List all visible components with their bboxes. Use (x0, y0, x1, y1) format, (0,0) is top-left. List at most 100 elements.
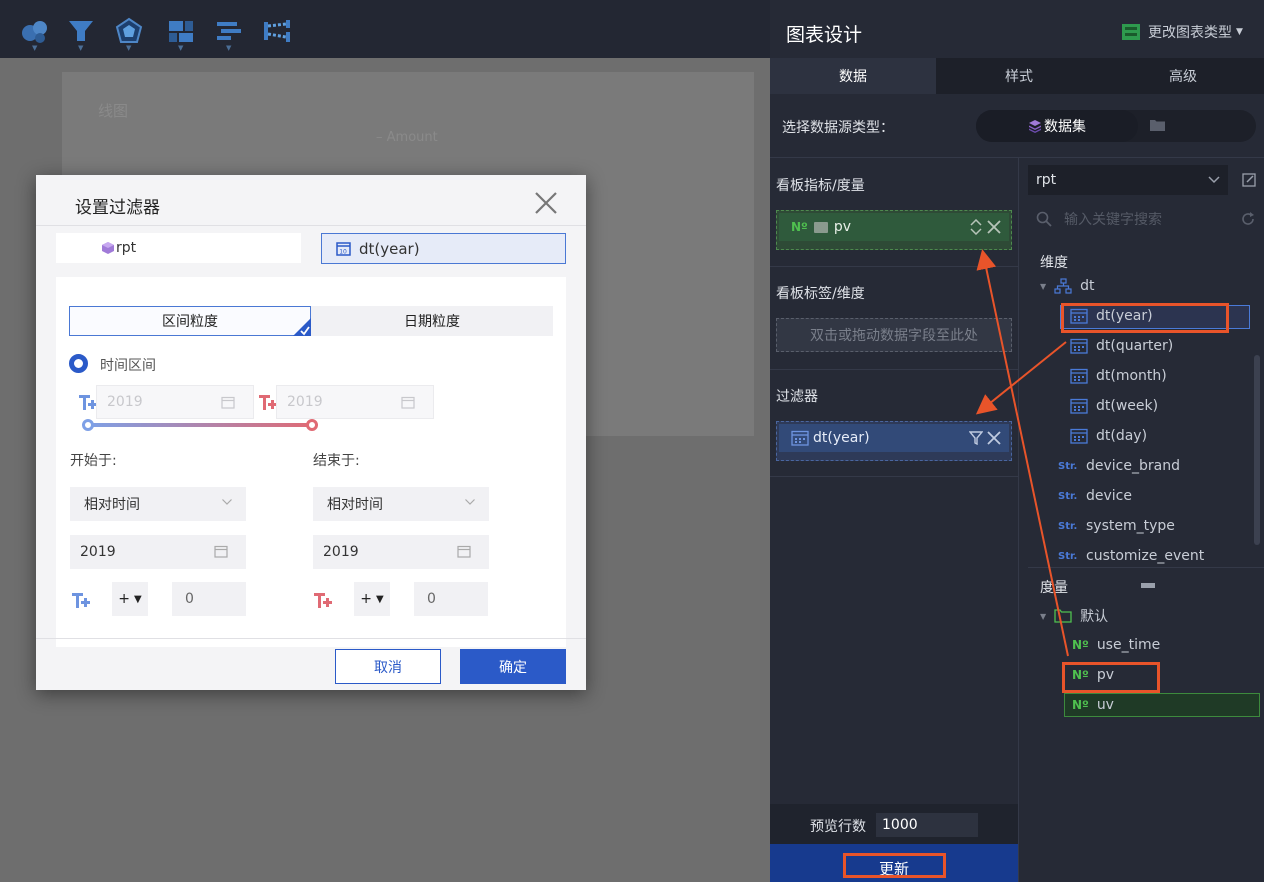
divider (36, 638, 586, 639)
start-time-icon (79, 395, 97, 410)
close-icon[interactable] (532, 189, 560, 217)
folder-icon[interactable] (1150, 119, 1165, 131)
tab-advanced[interactable]: 高级 (1102, 58, 1264, 94)
radar-chart-icon[interactable]: ▼ (112, 14, 146, 52)
operator-value: + (118, 591, 131, 607)
field-dt-day[interactable]: dt(day) (1070, 428, 1147, 444)
sort-icon[interactable] (969, 219, 983, 235)
start-offset-icon (72, 593, 90, 608)
edit-dataset-icon[interactable] (1234, 165, 1264, 195)
input-value: 0 (427, 591, 436, 607)
panel-title: 图表设计 (786, 24, 863, 46)
button-label: 更改图表类型 (1148, 25, 1232, 41)
start-operator-select[interactable]: + ▼ (112, 582, 148, 616)
tab-style[interactable]: 样式 (936, 58, 1102, 94)
select-value: 相对时间 (84, 497, 140, 513)
end-operator-select[interactable]: + ▼ (354, 582, 390, 616)
range-slider-start-handle[interactable] (82, 419, 94, 431)
funnel-chart-icon[interactable]: ▼ (64, 14, 98, 52)
divider (770, 266, 1018, 267)
field-search-input[interactable]: 输入关键字搜索 (1028, 204, 1264, 234)
field-uv[interactable]: Nº uv (1072, 697, 1114, 713)
folder-icon (1054, 609, 1072, 623)
measure-chip-pv[interactable]: Nº pv (779, 213, 1009, 241)
calendar-icon (1070, 368, 1088, 384)
filter-icon[interactable] (969, 431, 983, 445)
end-date-input[interactable]: 2019 (313, 535, 489, 569)
range-slider-end-handle[interactable] (306, 419, 318, 431)
date-placeholder: 2019 (287, 394, 323, 410)
start-date-input[interactable]: 2019 (70, 535, 246, 569)
calendar-icon (1070, 338, 1088, 354)
input-value: 2019 (323, 544, 359, 560)
start-mode-select[interactable]: 相对时间 (70, 487, 246, 521)
caret-down-icon: ▼ (1040, 611, 1047, 621)
field-dt-month[interactable]: dt(month) (1070, 368, 1167, 384)
filter-chip-dt-year[interactable]: dt(year) (779, 424, 1009, 452)
field-customize-event[interactable]: Str. customize_event (1058, 548, 1204, 564)
tab-data[interactable]: 数据 (770, 58, 936, 94)
calendar-icon (221, 396, 235, 409)
source-name: rpt (116, 240, 137, 256)
chart-type-icon (1122, 24, 1140, 40)
search-placeholder: 输入关键字搜索 (1064, 212, 1162, 228)
end-offset-input[interactable]: 0 (414, 582, 488, 616)
field-label: device_brand (1086, 458, 1180, 474)
field-dt-quarter[interactable]: dt(quarter) (1070, 338, 1173, 354)
filter-dialog: 设置过滤器 rpt 10 dt(year) 区间粒度 日期粒度 时间区间 201… (36, 175, 586, 690)
tab-date-granularity[interactable]: 日期粒度 (311, 306, 553, 336)
collapse-icon[interactable] (1141, 583, 1155, 588)
calendar-icon (1070, 398, 1088, 414)
calendar-icon[interactable] (214, 545, 228, 558)
cancel-button[interactable]: 取消 (335, 649, 441, 684)
treemap-chart-icon[interactable]: ▼ (164, 14, 198, 52)
field-use-time[interactable]: Nº use_time (1072, 637, 1160, 653)
radio-label: 时间区间 (100, 358, 156, 374)
remove-icon[interactable] (987, 431, 1001, 445)
tree-node-default[interactable]: ▼ 默认 (1040, 606, 1108, 626)
preview-rows-label: 预览行数 (810, 819, 866, 835)
range-slider-track[interactable] (88, 423, 314, 427)
field-device-brand[interactable]: Str. device_brand (1058, 458, 1180, 474)
option-label: 数据集 (1044, 119, 1086, 135)
annotation-box-pv (1062, 662, 1160, 693)
field-dt-week[interactable]: dt(week) (1070, 398, 1158, 414)
cube-icon (102, 242, 114, 254)
field-list-scrollbar[interactable] (1254, 355, 1260, 545)
dimension-group-title: 维度 (1040, 255, 1068, 271)
change-chart-type-button[interactable]: 更改图表类型 ▼ (1122, 22, 1243, 42)
datasource-type-label: 选择数据源类型： (782, 120, 894, 136)
start-offset-input[interactable]: 0 (172, 582, 246, 616)
number-type-icon: Nº (1072, 638, 1089, 652)
filter-dimension-field: 10 dt(year) (321, 233, 566, 264)
gantt-chart-icon[interactable]: ▼ (212, 14, 246, 52)
sankey-chart-icon[interactable] (260, 14, 294, 48)
dataset-option-button[interactable]: 数据集 (976, 110, 1138, 142)
time-range-radio[interactable] (69, 354, 88, 373)
preview-rows-input[interactable]: 1000 (876, 813, 978, 837)
legend-label: Amount (386, 130, 438, 145)
field-label: device (1086, 488, 1132, 504)
field-system-type[interactable]: Str. system_type (1058, 518, 1175, 534)
divider (770, 476, 1018, 477)
chip-label: pv (833, 219, 851, 235)
dataset-select[interactable]: rpt (1028, 165, 1228, 195)
search-icon (1036, 211, 1052, 227)
end-mode-select[interactable]: 相对时间 (313, 487, 489, 521)
bubble-chart-icon[interactable]: ▼ (18, 14, 52, 52)
confirm-button[interactable]: 确定 (460, 649, 566, 684)
tree-node-dt[interactable]: ▼ dt (1040, 278, 1095, 294)
calendar-icon[interactable] (457, 545, 471, 558)
tab-range-granularity[interactable]: 区间粒度 (69, 306, 311, 336)
annotation-box-update (843, 853, 946, 878)
remove-icon[interactable] (987, 220, 1001, 234)
refresh-icon[interactable] (1240, 211, 1256, 227)
field-label: dt(week) (1096, 398, 1159, 414)
field-label: customize_event (1086, 548, 1205, 564)
end-time-icon (259, 395, 277, 410)
string-type-icon: Str. (1058, 460, 1078, 472)
calendar-icon (401, 396, 415, 409)
divider (770, 157, 1264, 158)
dimension-drop-zone[interactable]: 双击或拖动数据字段至此处 (776, 318, 1012, 352)
field-device[interactable]: Str. device (1058, 488, 1132, 504)
